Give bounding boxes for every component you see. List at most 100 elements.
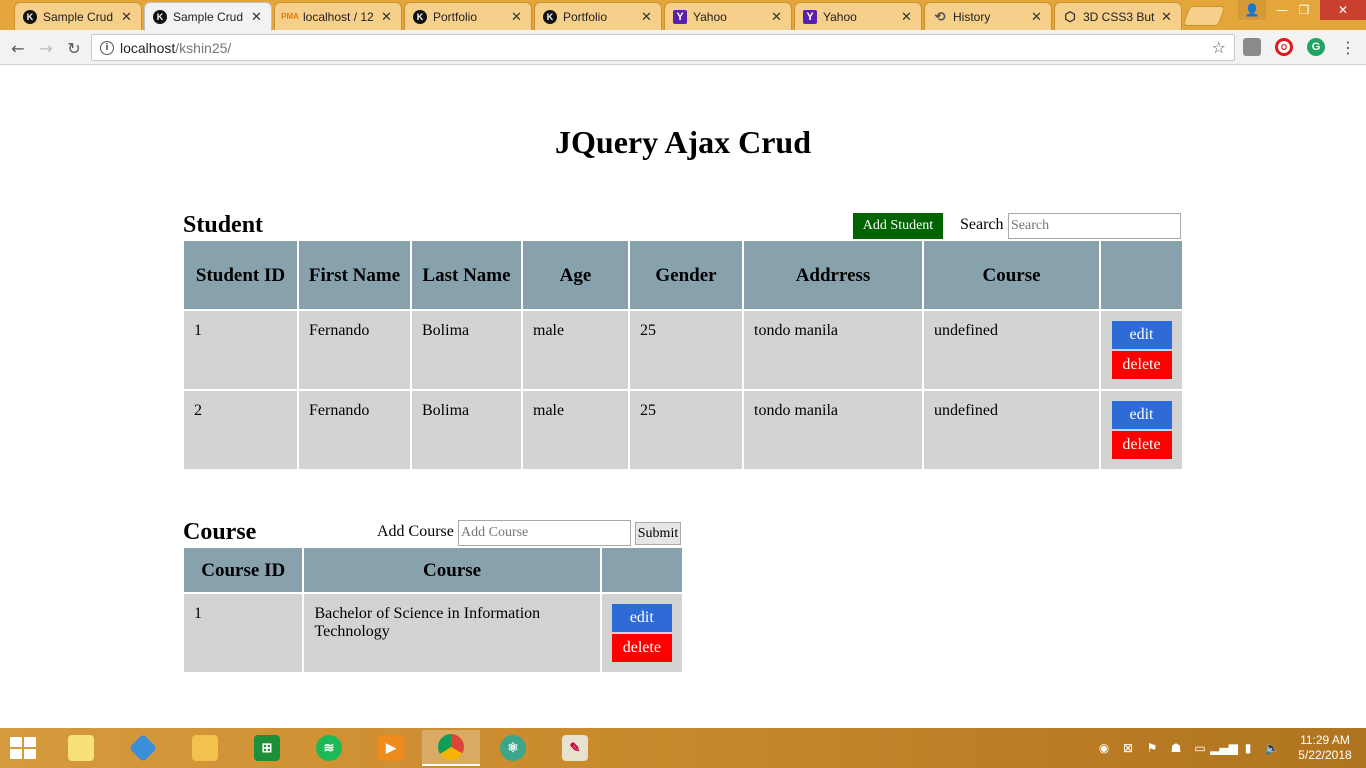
submit-button[interactable]: Submit <box>635 522 681 545</box>
course-header-row: Course ID Course <box>184 548 682 592</box>
windows-start-button[interactable] <box>10 737 36 759</box>
close-icon[interactable]: ✕ <box>641 9 653 25</box>
grammarly-icon[interactable]: G <box>1307 38 1325 56</box>
cell-course-name: Bachelor of Science in Information Techn… <box>304 594 600 672</box>
network-globe-icon[interactable]: ◉ <box>1096 740 1112 756</box>
cell-first-name: Fernando <box>299 311 410 389</box>
delete-button[interactable]: delete <box>611 634 672 662</box>
col-last-name: Last Name <box>412 241 521 309</box>
user-icon[interactable]: 👤 <box>1238 0 1266 20</box>
cell-address: tondo manila <box>744 391 922 469</box>
close-icon[interactable]: ✕ <box>251 9 263 25</box>
student-table: Student ID First Name Last Name Age Gend… <box>182 239 1184 471</box>
cell-address: tondo manila <box>744 311 922 389</box>
tab-portfolio-2[interactable]: K Portfolio ✕ <box>534 2 662 30</box>
sticky-notes-icon[interactable] <box>52 730 110 766</box>
clock-date: 5/22/2018 <box>1298 748 1352 762</box>
add-course-label: Add Course <box>377 523 454 540</box>
battery-icon[interactable]: ▮ <box>1240 740 1256 756</box>
tab-yahoo-2[interactable]: Y Yahoo ✕ <box>794 2 922 30</box>
info-icon[interactable]: i <box>100 40 114 55</box>
forward-arrow-icon[interactable]: → <box>34 36 58 60</box>
col-first-name: First Name <box>299 241 410 309</box>
tab-strip: K Sample Crud ✕ K Sample Crud ✕ PMA loca… <box>0 0 1366 31</box>
close-icon[interactable]: ✕ <box>121 9 133 25</box>
paint-icon[interactable]: ✎ <box>546 730 604 766</box>
reload-icon[interactable]: ↻ <box>62 36 86 60</box>
cell-actions: edit delete <box>601 594 682 672</box>
course-table: Course ID Course 1 Bachelor of Science i… <box>182 546 684 674</box>
tab-sample-crud-1[interactable]: K Sample Crud ✕ <box>14 2 142 30</box>
history-icon: ⟲ <box>934 8 946 24</box>
search-label: Search <box>960 216 1004 233</box>
opera-icon[interactable]: O <box>1275 38 1293 56</box>
close-icon[interactable]: ✕ <box>901 9 913 25</box>
cell-student-id: 1 <box>184 311 297 389</box>
course-heading: Course <box>183 519 257 545</box>
file-explorer-icon[interactable] <box>176 730 234 766</box>
tab-title: Portfolio <box>563 9 608 24</box>
col-gender: Gender <box>630 241 742 309</box>
store-icon[interactable]: ⊞ <box>238 730 296 766</box>
back-arrow-icon[interactable]: ← <box>6 36 30 60</box>
delete-button[interactable]: delete <box>1111 351 1172 379</box>
table-row: 1 Bachelor of Science in Information Tec… <box>184 594 682 672</box>
system-clock[interactable]: 11:29 AM 5/22/2018 <box>1290 733 1360 763</box>
pma-icon: PMA <box>281 12 299 21</box>
chrome-icon[interactable] <box>422 730 480 766</box>
add-course-input[interactable] <box>458 520 631 546</box>
col-course-id: Course ID <box>184 548 303 592</box>
cell-age: male <box>523 311 628 389</box>
yahoo-icon: Y <box>803 9 817 24</box>
tab-yahoo-1[interactable]: Y Yahoo ✕ <box>664 2 792 30</box>
k-logo-icon: K <box>23 9 37 24</box>
flag-icon[interactable]: ⚑ <box>1144 740 1160 756</box>
tab-3d-css3[interactable]: ⬡ 3D CSS3 Butt ✕ <box>1054 2 1182 30</box>
cell-actions: edit delete <box>1101 311 1182 389</box>
table-row: 2 Fernando Bolima male 25 tondo manila u… <box>184 391 1182 469</box>
student-header-row: Student ID First Name Last Name Age Gend… <box>184 241 1182 309</box>
signal-icon[interactable]: ▂▄▆ <box>1210 740 1238 756</box>
maximize-button[interactable]: ❐ <box>1290 0 1318 20</box>
people-icon[interactable]: ☗ <box>1168 740 1184 756</box>
xampp-icon[interactable]: ⊠ <box>1120 740 1136 756</box>
tab-history[interactable]: ⟲ History ✕ <box>924 2 1052 30</box>
extension-icon[interactable] <box>1243 38 1261 56</box>
close-icon[interactable]: ✕ <box>511 9 523 25</box>
clock-time: 11:29 AM <box>1300 733 1350 747</box>
edit-button[interactable]: edit <box>1111 401 1172 429</box>
close-icon[interactable]: ✕ <box>381 9 393 25</box>
k-logo-icon: K <box>543 9 557 24</box>
address-bar[interactable]: i localhost/kshin25/ ☆ <box>91 34 1235 61</box>
volume-icon[interactable]: 🔈 <box>1264 740 1280 756</box>
edit-button[interactable]: edit <box>611 604 672 632</box>
app-icon[interactable] <box>114 730 172 766</box>
edit-button[interactable]: edit <box>1111 321 1172 349</box>
search-input[interactable] <box>1008 213 1181 239</box>
add-student-button[interactable]: Add Student <box>853 213 943 239</box>
yahoo-icon: Y <box>673 9 687 24</box>
page-title: JQuery Ajax Crud <box>555 124 811 160</box>
display-icon[interactable]: ▭ <box>1192 740 1208 756</box>
cell-course: undefined <box>924 311 1099 389</box>
cube-icon: ⬡ <box>1064 8 1076 24</box>
media-player-icon[interactable]: ▶ <box>362 730 420 766</box>
new-tab-button[interactable] <box>1182 6 1226 26</box>
close-window-button[interactable]: ✕ <box>1320 0 1366 20</box>
menu-dots-icon[interactable]: ⋮ <box>1340 38 1356 57</box>
tab-phpmyadmin[interactable]: PMA localhost / 12 ✕ <box>274 2 402 30</box>
close-icon[interactable]: ✕ <box>1161 9 1173 25</box>
spotify-icon[interactable]: ≋ <box>300 730 358 766</box>
tab-title: Yahoo <box>823 9 857 24</box>
tab-portfolio-1[interactable]: K Portfolio ✕ <box>404 2 532 30</box>
table-row: 1 Fernando Bolima male 25 tondo manila u… <box>184 311 1182 389</box>
tab-sample-crud-2[interactable]: K Sample Crud ✕ <box>144 2 272 31</box>
tab-title: Sample Crud <box>173 10 244 24</box>
close-icon[interactable]: ✕ <box>771 9 783 25</box>
tab-title: Portfolio <box>433 9 478 24</box>
bookmark-star-icon[interactable]: ☆ <box>1212 38 1226 57</box>
close-icon[interactable]: ✕ <box>1031 9 1043 25</box>
student-heading: Student <box>183 212 264 238</box>
delete-button[interactable]: delete <box>1111 431 1172 459</box>
atom-icon[interactable]: ⚛ <box>484 730 542 766</box>
